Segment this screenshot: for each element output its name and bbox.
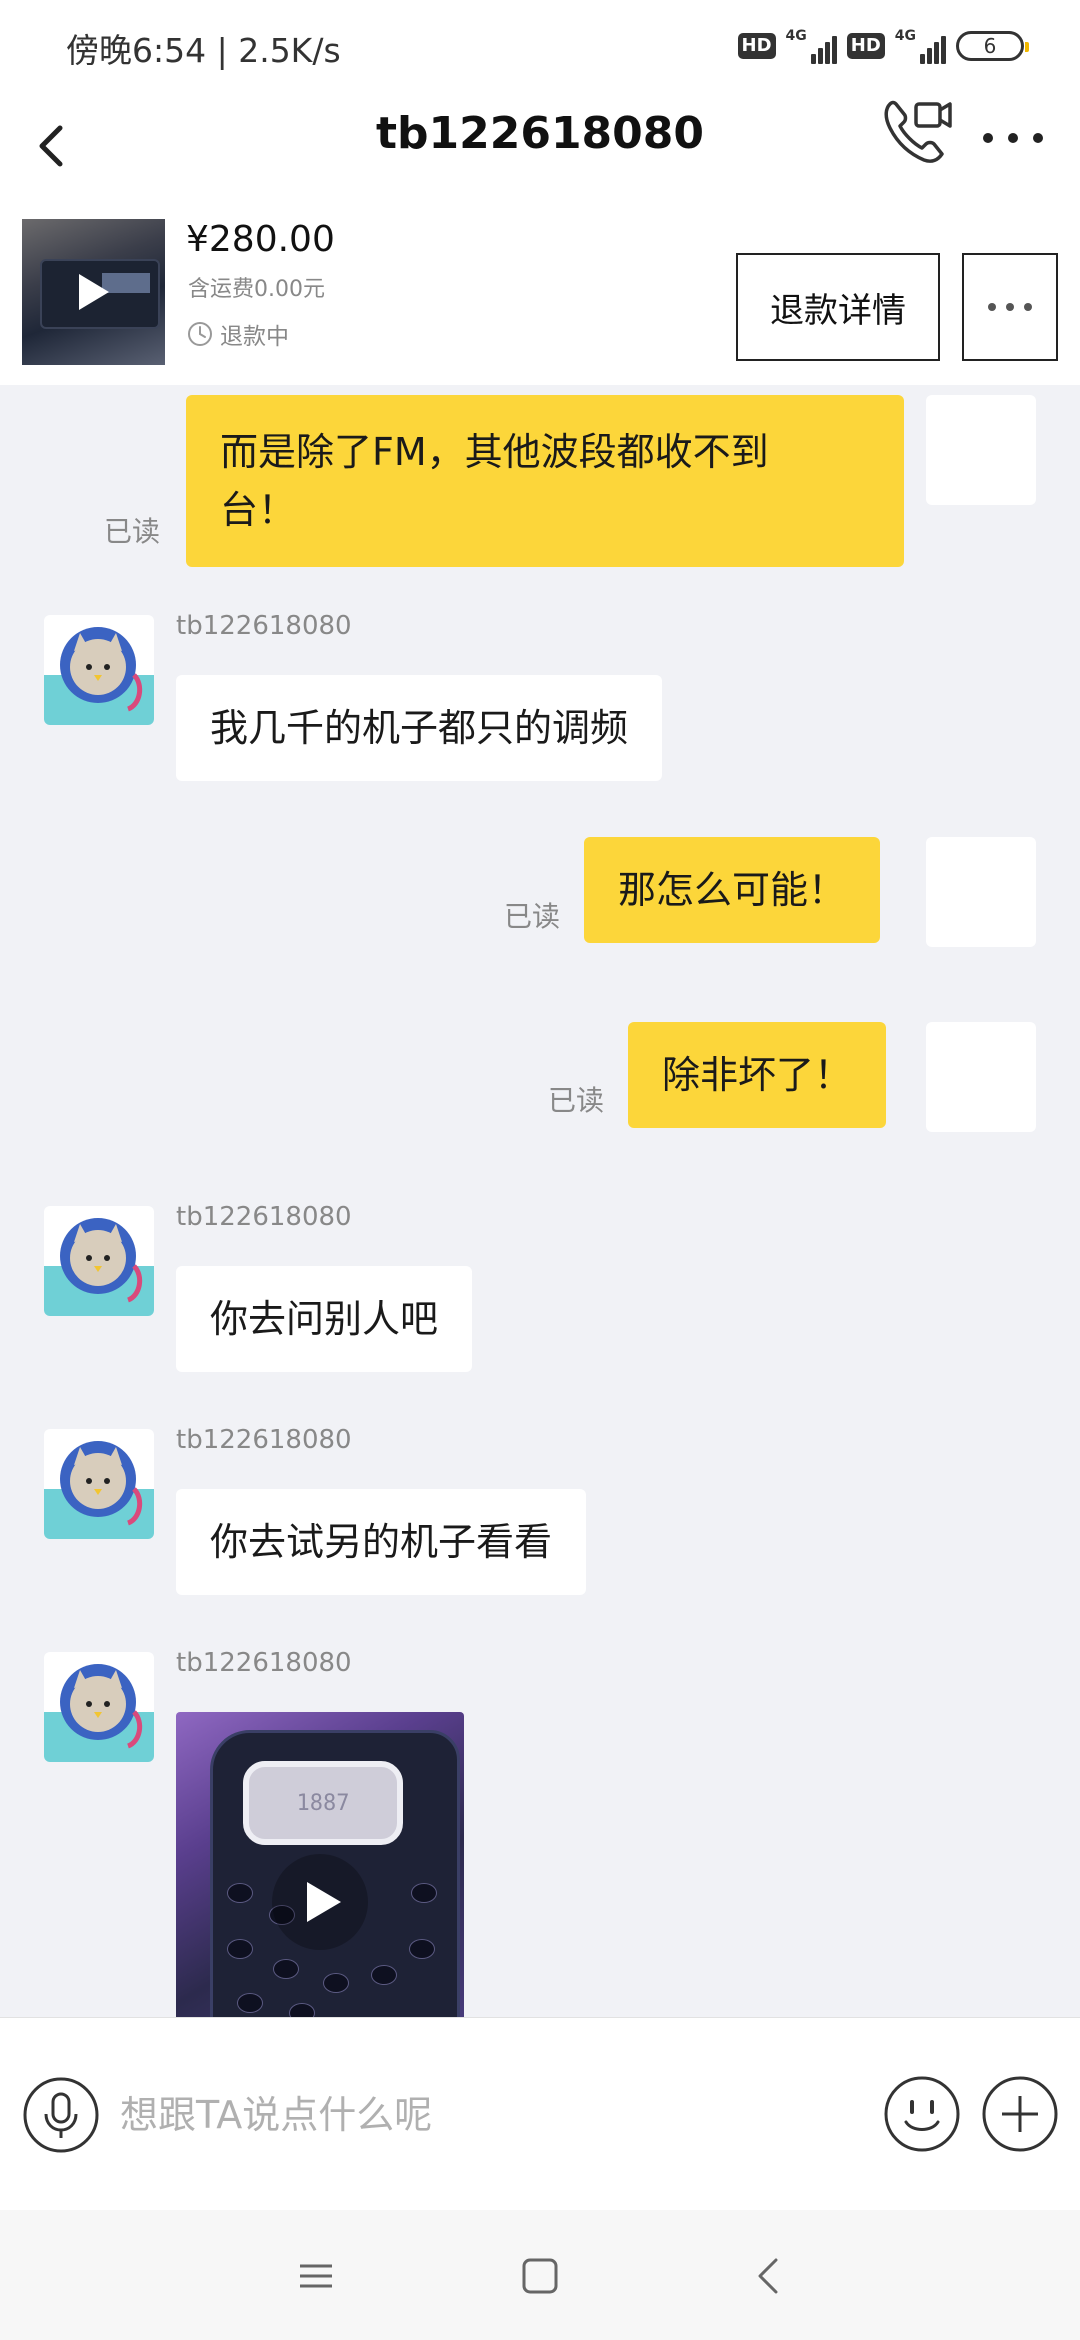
status-time: 傍晚6:54 | 2.5K/s (66, 31, 341, 70)
refund-details-button[interactable]: 退款详情 (736, 253, 940, 361)
emoji-button[interactable] (882, 2074, 962, 2154)
microphone-icon (23, 2077, 99, 2153)
recent-apps-button[interactable] (294, 2254, 338, 2298)
incoming-message[interactable]: 我几千的机子都只的调频 (176, 675, 663, 781)
clock-icon (188, 322, 212, 346)
cat-avatar-icon (44, 627, 154, 725)
message-text: 而是除了FM，其他波段都收不到 (220, 430, 769, 474)
refund-status: 退款中 (186, 317, 289, 351)
refund-status-label: 退款中 (220, 324, 289, 350)
avatar[interactable] (44, 615, 154, 725)
self-avatar[interactable] (926, 395, 1036, 505)
voice-input-button[interactable] (22, 2076, 100, 2154)
status-icons: HD 4G HD 4G 6 (737, 26, 1029, 66)
hd-badge: HD (737, 33, 776, 59)
self-avatar[interactable] (926, 1022, 1036, 1132)
message-input-bar (0, 2017, 1080, 2210)
status-bar: 傍晚6:54 | 2.5K/s HD 4G HD 4G 6 (0, 0, 1080, 90)
network-type-label: 4G (785, 28, 807, 44)
signal-icon: 4G (895, 28, 946, 64)
video-call-button[interactable] (876, 90, 956, 170)
message-text: 台！ (220, 488, 297, 532)
outgoing-message[interactable]: 那怎么可能！ (584, 837, 881, 943)
shipping-fee: 含运费0.00元 (188, 277, 325, 302)
cat-avatar-icon (44, 1218, 154, 1316)
read-receipt: 已读 (548, 1084, 605, 1117)
more-actions-button[interactable] (980, 2074, 1060, 2154)
self-avatar[interactable] (926, 837, 1036, 947)
avatar[interactable] (44, 1206, 154, 1316)
cat-avatar-icon (44, 1664, 154, 1762)
read-receipt: 已读 (104, 515, 161, 548)
product-price: ¥280.00 (186, 219, 335, 260)
video-call-icon (884, 100, 952, 163)
radio-lcd-display: 1887 (243, 1761, 403, 1845)
signal-icon: 4G (786, 28, 837, 64)
incoming-message[interactable]: 你去试另的机子看看 (176, 1489, 587, 1595)
menu-icon (300, 2264, 332, 2288)
play-icon[interactable] (272, 1854, 368, 1950)
read-receipt: 已读 (504, 900, 561, 933)
avatar[interactable] (44, 1429, 154, 1539)
sender-name: tb122618080 (176, 1425, 352, 1455)
more-dots-icon (983, 133, 1043, 143)
sender-name: tb122618080 (176, 1648, 352, 1678)
play-icon (78, 274, 109, 310)
more-dots-icon (988, 303, 1032, 311)
network-type-label: 4G (894, 28, 916, 44)
hd-badge: HD (846, 33, 885, 59)
product-video-thumbnail[interactable] (22, 219, 165, 365)
system-navigation-bar (0, 2210, 1080, 2340)
plus-icon (982, 2076, 1058, 2152)
incoming-message[interactable]: 你去问别人吧 (176, 1266, 473, 1372)
more-options-button[interactable] (978, 108, 1048, 168)
video-message[interactable]: 1887 (176, 1712, 464, 2017)
smiley-icon (884, 2076, 960, 2152)
sender-name: tb122618080 (176, 611, 352, 641)
message-input[interactable] (120, 2076, 860, 2154)
product-card: ¥280.00 含运费0.00元 退款中 退款详情 (0, 205, 1080, 385)
sender-name: tb122618080 (176, 1202, 352, 1232)
card-more-button[interactable] (962, 253, 1058, 361)
home-square-icon (522, 2258, 558, 2294)
system-back-button[interactable] (748, 2252, 788, 2300)
avatar[interactable] (44, 1652, 154, 1762)
back-chevron-icon (758, 2258, 778, 2294)
battery-icon: 6 (956, 31, 1029, 61)
battery-level: 6 (983, 34, 997, 58)
cat-avatar-icon (44, 1441, 154, 1539)
home-button[interactable] (518, 2254, 562, 2298)
chat-header: tb122618080 (0, 90, 1080, 205)
outgoing-message[interactable]: 而是除了FM，其他波段都收不到 台！ (186, 395, 904, 567)
outgoing-message[interactable]: 除非坏了！ (628, 1022, 887, 1128)
chat-message-list[interactable]: 而是除了FM，其他波段都收不到 台！ 已读 tb122618080 我几千的机子… (0, 385, 1080, 2017)
